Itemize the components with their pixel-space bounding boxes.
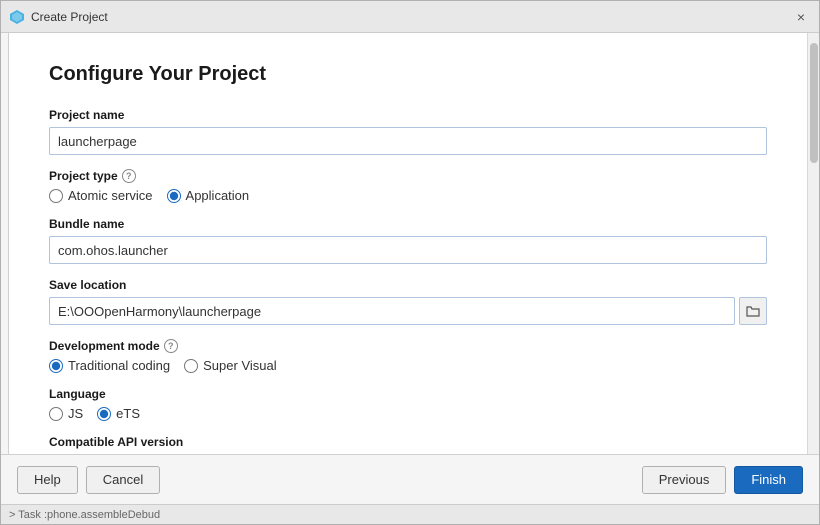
traditional-coding-radio[interactable] <box>49 359 63 373</box>
save-location-section: Save location <box>49 278 767 325</box>
js-radio[interactable] <box>49 407 63 421</box>
ets-radio[interactable] <box>97 407 111 421</box>
previous-button[interactable]: Previous <box>642 466 727 494</box>
ets-label: eTS <box>116 406 140 421</box>
application-label: Application <box>186 188 250 203</box>
js-language-option[interactable]: JS <box>49 406 83 421</box>
cancel-button[interactable]: Cancel <box>86 466 160 494</box>
project-type-atomic-option[interactable]: Atomic service <box>49 188 153 203</box>
js-label: JS <box>68 406 83 421</box>
bundle-name-input[interactable] <box>49 236 767 264</box>
scrollbar-thumb[interactable] <box>810 43 818 163</box>
application-radio[interactable] <box>167 189 181 203</box>
ets-language-option[interactable]: eTS <box>97 406 140 421</box>
dev-mode-section: Development mode ? Traditional coding Su… <box>49 339 767 373</box>
dialog-title: Create Project <box>31 10 791 24</box>
dev-mode-help-icon[interactable]: ? <box>164 339 178 353</box>
atomic-service-radio[interactable] <box>49 189 63 203</box>
title-bar: Create Project × <box>1 1 819 33</box>
super-visual-option[interactable]: Super Visual <box>184 358 276 373</box>
bottom-bar: > Task :phone.assembleDebud <box>1 504 819 524</box>
project-name-label: Project name <box>49 108 767 122</box>
language-section: Language JS eTS <box>49 387 767 421</box>
super-visual-radio[interactable] <box>184 359 198 373</box>
scrollbar[interactable] <box>807 33 819 454</box>
traditional-coding-option[interactable]: Traditional coding <box>49 358 170 373</box>
footer-right: Previous Finish <box>642 466 803 494</box>
project-type-application-option[interactable]: Application <box>167 188 250 203</box>
close-button[interactable]: × <box>791 7 811 27</box>
api-version-label: Compatible API version <box>49 435 767 449</box>
api-version-section: Compatible API version SDK: API Version … <box>49 435 767 454</box>
project-type-label: Project type ? <box>49 169 767 183</box>
save-location-input[interactable] <box>49 297 735 325</box>
help-button[interactable]: Help <box>17 466 78 494</box>
save-location-label: Save location <box>49 278 767 292</box>
app-icon <box>9 9 25 25</box>
bundle-name-label: Bundle name <box>49 217 767 231</box>
project-name-input[interactable] <box>49 127 767 155</box>
finish-button[interactable]: Finish <box>734 466 803 494</box>
folder-icon <box>746 305 760 317</box>
page-title: Configure Your Project <box>49 63 767 86</box>
content-area: Configure Your Project Project name Proj… <box>1 33 819 454</box>
project-type-help-icon[interactable]: ? <box>122 169 136 183</box>
browse-button[interactable] <box>739 297 767 325</box>
dev-mode-radio-group: Traditional coding Super Visual <box>49 358 767 373</box>
atomic-service-label: Atomic service <box>68 188 153 203</box>
footer-left: Help Cancel <box>17 466 642 494</box>
project-type-section: Project type ? Atomic service Applicatio… <box>49 169 767 203</box>
main-content: Configure Your Project Project name Proj… <box>9 33 807 454</box>
save-location-row <box>49 297 767 325</box>
language-label: Language <box>49 387 767 401</box>
project-name-section: Project name <box>49 108 767 155</box>
language-radio-group: JS eTS <box>49 406 767 421</box>
traditional-coding-label: Traditional coding <box>68 358 170 373</box>
project-type-radio-group: Atomic service Application <box>49 188 767 203</box>
bottom-bar-text: > Task :phone.assembleDebud <box>9 509 160 521</box>
footer: Help Cancel Previous Finish <box>1 454 819 504</box>
bundle-name-section: Bundle name <box>49 217 767 264</box>
dev-mode-label: Development mode ? <box>49 339 767 353</box>
super-visual-label: Super Visual <box>203 358 276 373</box>
create-project-dialog: Create Project × Configure Your Project … <box>0 0 820 525</box>
left-border <box>1 33 9 454</box>
